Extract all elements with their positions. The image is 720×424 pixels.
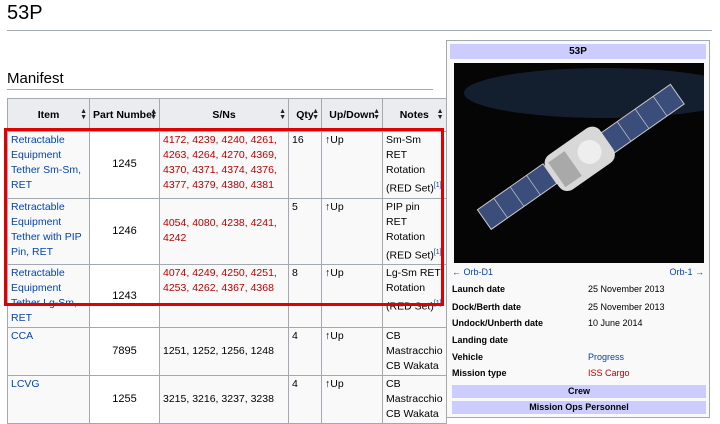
mission-type-link[interactable]: ISS Cargo — [588, 368, 630, 378]
up-down-cell: ↑Up — [321, 197, 383, 265]
sort-icon[interactable]: ▲ ▼ — [373, 108, 380, 121]
notes-cell: CB Mastracchio CB Wakata — [382, 327, 447, 376]
column-header-qty[interactable]: Qty ▲ ▼ — [288, 98, 322, 132]
info-row: Vehicle Progress — [452, 352, 625, 362]
nav-next-link[interactable]: Orb-1 → — [669, 267, 704, 277]
manifest-table: Item ▲ ▼ Part Number ▲ ▼ S/Ns ▲ ▼ Qty ▲ ▼ Up/Dow… — [7, 98, 447, 424]
section-title: Manifest — [7, 70, 64, 87]
reference-link[interactable]: [1] — [434, 300, 442, 307]
info-row: Undock/Unberth date 10 June 2014 — [452, 318, 643, 328]
item-link[interactable]: CCA — [11, 330, 33, 342]
notes-cell: Lg-Sm RET Rotation (RED Set)[1] — [382, 264, 447, 328]
table-row: Retractable Equipment Tether Sm-Sm, RET … — [7, 131, 447, 199]
qty-cell: 4 — [288, 327, 322, 376]
sort-icon[interactable]: ▲ ▼ — [80, 108, 87, 121]
qty-cell: 8 — [288, 264, 322, 328]
table-row: Retractable Equipment Tether with PIP Pi… — [7, 197, 447, 265]
table-header-row: Item ▲ ▼ Part Number ▲ ▼ S/Ns ▲ ▼ Qty ▲ ▼ Up/Dow… — [7, 98, 447, 132]
column-header-sns[interactable]: S/Ns ▲ ▼ — [159, 98, 289, 132]
section-divider — [7, 89, 433, 90]
item-link[interactable]: Retractable Equipment Tether Lg-Sm, RET — [11, 267, 77, 324]
reference-link[interactable]: [1] — [434, 249, 442, 256]
up-down-cell: ↑Up — [321, 131, 383, 199]
serial-numbers-cell: 4172, 4239, 4240, 4261, 4263, 4264, 4270… — [159, 131, 289, 199]
column-header-notes[interactable]: Notes ▲ ▼ — [382, 98, 447, 132]
spacecraft-image — [454, 63, 704, 263]
part-number-cell: 7895 — [89, 327, 160, 376]
column-header-up-down[interactable]: Up/Down ▲ ▼ — [321, 98, 383, 132]
serial-numbers-cell: 3215, 3216, 3237, 3238 — [159, 375, 289, 424]
crew-header: Crew — [452, 385, 706, 398]
infobox: 53P ← Orb-D1 Orb-1 → Launch date 25 Nove… — [446, 40, 710, 418]
sort-icon[interactable]: ▲ ▼ — [279, 108, 286, 121]
serial-numbers-cell: 4074, 4249, 4250, 4251, 4253, 4262, 4367… — [159, 264, 289, 328]
notes-cell: PIP pin RET Rotation (RED Set)[1] — [382, 197, 447, 265]
up-down-cell: ↑Up — [321, 375, 383, 424]
item-link[interactable]: LCVG — [11, 378, 40, 390]
notes-cell: Sm-Sm RET Rotation (RED Set)[1] — [382, 131, 447, 199]
table-row: Retractable Equipment Tether Lg-Sm, RET … — [7, 264, 447, 328]
page-title: 53P — [7, 2, 43, 24]
nav-prev-link[interactable]: ← Orb-D1 — [452, 267, 493, 277]
infobox-title: 53P — [450, 44, 706, 59]
item-link[interactable]: Retractable Equipment Tether Sm-Sm, RET — [11, 134, 81, 191]
item-link[interactable]: Retractable Equipment Tether with PIP Pi… — [11, 201, 81, 258]
table-row: LCVG 1255 3215, 3216, 3237, 3238 4 ↑Up C… — [7, 375, 447, 424]
part-number-cell: 1243 — [89, 264, 160, 328]
reference-link[interactable]: [1] — [434, 182, 442, 189]
column-header-item[interactable]: Item ▲ ▼ — [7, 98, 90, 132]
serial-numbers-cell: 1251, 1252, 1256, 1248 — [159, 327, 289, 376]
progress-spacecraft-illustration — [454, 63, 704, 263]
sort-icon[interactable]: ▲ ▼ — [437, 108, 444, 121]
serial-numbers-cell: 4054, 4080, 4238, 4241, 4242 — [159, 197, 289, 265]
part-number-cell: 1246 — [89, 197, 160, 265]
table-row: CCA 7895 1251, 1252, 1256, 1248 4 ↑Up CB… — [7, 327, 447, 376]
qty-cell: 4 — [288, 375, 322, 424]
column-header-part-number[interactable]: Part Number ▲ ▼ — [89, 98, 160, 132]
up-down-cell: ↑Up — [321, 264, 383, 328]
vehicle-link[interactable]: Progress — [588, 352, 624, 362]
sort-icon[interactable]: ▲ ▼ — [312, 108, 319, 121]
part-number-cell: 1255 — [89, 375, 160, 424]
qty-cell: 16 — [288, 131, 322, 199]
sort-icon[interactable]: ▲ ▼ — [150, 108, 157, 121]
info-row: Dock/Berth date 25 November 2013 — [452, 302, 665, 312]
info-row: Landing date — [452, 335, 508, 345]
qty-cell: 5 — [288, 197, 322, 265]
title-divider — [7, 30, 712, 31]
info-row: Launch date 25 November 2013 — [452, 284, 665, 294]
notes-cell: CB Mastracchio CB Wakata — [382, 375, 447, 424]
part-number-cell: 1245 — [89, 131, 160, 199]
up-down-cell: ↑Up — [321, 327, 383, 376]
info-row: Mission type ISS Cargo — [452, 368, 630, 378]
